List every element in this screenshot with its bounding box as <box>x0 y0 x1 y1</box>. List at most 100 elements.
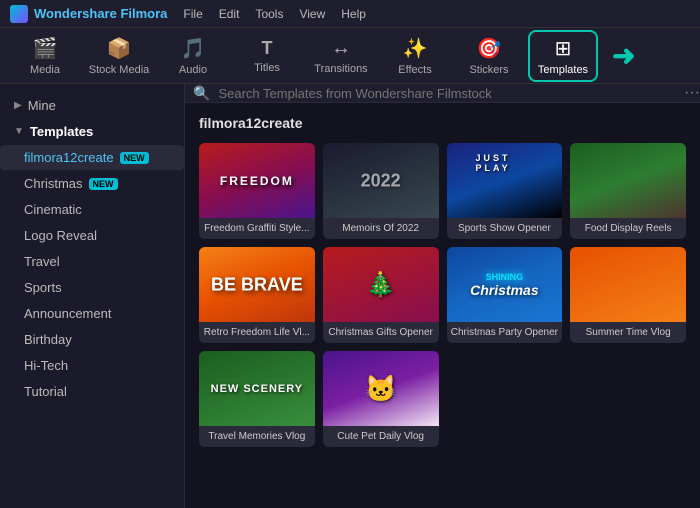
download-icon: ⬇ <box>547 301 559 318</box>
sidebar-templates-label: Templates <box>30 124 93 139</box>
template-card-retro-freedom[interactable]: BE BRAVE ⬇ Retro Freedom Life Vl... <box>199 247 315 343</box>
card-label-sports-show: Sports Show Opener <box>447 218 563 239</box>
tool-titles[interactable]: T Titles <box>232 30 302 82</box>
download-icon: ⬇ <box>670 197 682 214</box>
sidebar-cinematic-label: Cinematic <box>24 202 82 217</box>
media-icon: 🎬 <box>33 36 58 61</box>
sidebar-filmora12create-label: filmora12create <box>24 150 114 165</box>
tool-transitions[interactable]: ↔ Transitions <box>306 30 376 82</box>
tool-stock[interactable]: 📦 Stock Media <box>84 30 154 82</box>
content-area: filmora12create FREEDOM ⬇ Freedom Graffi… <box>185 103 700 508</box>
sidebar-announcement-label: Announcement <box>24 306 111 321</box>
download-icon: ⬇ <box>299 197 311 214</box>
download-icon: ⬇ <box>423 405 435 422</box>
template-card-food-display[interactable]: ⬇ Food Display Reels <box>570 143 686 239</box>
sidebar-item-mine[interactable]: ▶ Mine <box>0 93 184 118</box>
toolbar: 🎬 Media 📦 Stock Media 🎵 Audio T Titles ↔… <box>0 28 700 84</box>
tool-audio-label: Audio <box>179 64 207 76</box>
tool-effects[interactable]: ✨ Effects <box>380 30 450 82</box>
sidebar-item-christmas[interactable]: Christmas NEW <box>0 171 184 196</box>
templates-icon: ⊞ <box>555 36 572 61</box>
badge-new-filmora12: NEW <box>120 152 149 164</box>
sidebar-item-tutorial[interactable]: Tutorial <box>0 379 184 404</box>
sidebar-tutorial-label: Tutorial <box>24 384 67 399</box>
sidebar-item-birthday[interactable]: Birthday <box>0 327 184 352</box>
chevron-down-icon: ▼ <box>14 126 24 137</box>
download-icon: ⬇ <box>299 405 311 422</box>
transitions-icon: ↔ <box>331 37 351 60</box>
menu-edit[interactable]: Edit <box>219 7 240 21</box>
template-card-summer-vlog[interactable]: ⬇ Summer Time Vlog <box>570 247 686 343</box>
tool-stickers[interactable]: 🎯 Stickers <box>454 30 524 82</box>
sidebar-item-sports[interactable]: Sports <box>0 275 184 300</box>
sidebar-templates-header[interactable]: ▼ Templates <box>0 119 184 144</box>
tool-audio[interactable]: 🎵 Audio <box>158 30 228 82</box>
template-card-travel-memories[interactable]: NEW SCENERY ⬇ Travel Memories Vlog <box>199 351 315 447</box>
download-icon: ⬇ <box>423 301 435 318</box>
card-label-travel-memories: Travel Memories Vlog <box>199 426 315 447</box>
template-grid: FREEDOM ⬇ Freedom Graffiti Style... 2022 <box>199 143 686 447</box>
titles-icon: T <box>262 38 273 59</box>
logo-icon <box>10 5 28 23</box>
template-card-sports-show[interactable]: JUST PLAY ⬇ Sports Show Opener <box>447 143 563 239</box>
sidebar-item-cinematic[interactable]: Cinematic <box>0 197 184 222</box>
card-label-memoirs: Memoirs Of 2022 <box>323 218 439 239</box>
sidebar-item-filmora12create[interactable]: filmora12create NEW <box>0 145 184 170</box>
sidebar-birthday-label: Birthday <box>24 332 72 347</box>
tool-stock-label: Stock Media <box>89 64 150 76</box>
sidebar-logo-reveal-label: Logo Reveal <box>24 228 97 243</box>
arrow-indicator: ➜ <box>612 39 635 72</box>
card-label-freedom-graffiti: Freedom Graffiti Style... <box>199 218 315 239</box>
template-card-christmas-party[interactable]: SHINING Christmas ⬇ Christmas Party Open… <box>447 247 563 343</box>
stock-icon: 📦 <box>107 36 132 61</box>
menu-bar: Wondershare Filmora File Edit Tools View… <box>0 0 700 28</box>
search-area: 🔍 ··· <box>185 84 700 103</box>
tool-media-label: Media <box>30 64 60 76</box>
sidebar: ▶ Mine ▼ Templates filmora12create NEW C… <box>0 84 185 508</box>
sidebar-sports-label: Sports <box>24 280 62 295</box>
card-label-summer-vlog: Summer Time Vlog <box>570 322 686 343</box>
search-input[interactable] <box>218 86 684 101</box>
menu-view[interactable]: View <box>299 7 325 21</box>
tool-effects-label: Effects <box>398 64 431 76</box>
template-card-memoirs-2022[interactable]: 2022 ⬇ Memoirs Of 2022 <box>323 143 439 239</box>
menu-tools[interactable]: Tools <box>255 7 283 21</box>
main-area: ▶ Mine ▼ Templates filmora12create NEW C… <box>0 84 700 508</box>
sidebar-travel-label: Travel <box>24 254 60 269</box>
template-card-cute-pet[interactable]: 🐱 ⬇ Cute Pet Daily Vlog <box>323 351 439 447</box>
sidebar-christmas-label: Christmas <box>24 176 83 191</box>
tool-templates[interactable]: ⊞ Templates <box>528 30 598 82</box>
badge-new-christmas: NEW <box>89 178 118 190</box>
template-card-freedom-graffiti[interactable]: FREEDOM ⬇ Freedom Graffiti Style... <box>199 143 315 239</box>
card-label-christmas-gifts: Christmas Gifts Opener <box>323 322 439 343</box>
tool-transitions-label: Transitions <box>314 63 367 75</box>
audio-icon: 🎵 <box>181 36 206 61</box>
sidebar-hi-tech-label: Hi-Tech <box>24 358 68 373</box>
menu-file[interactable]: File <box>183 7 202 21</box>
download-icon: ⬇ <box>299 301 311 318</box>
app-logo: Wondershare Filmora <box>10 5 167 23</box>
sidebar-mine-label: Mine <box>28 98 56 113</box>
sidebar-item-announcement[interactable]: Announcement <box>0 301 184 326</box>
download-icon: ⬇ <box>670 301 682 318</box>
stickers-icon: 🎯 <box>477 36 502 61</box>
card-label-retro-freedom: Retro Freedom Life Vl... <box>199 322 315 343</box>
section-title: filmora12create <box>199 115 686 131</box>
card-label-cute-pet: Cute Pet Daily Vlog <box>323 426 439 447</box>
app-title: Wondershare Filmora <box>34 6 167 21</box>
template-card-christmas-gifts[interactable]: 🎄 ⬇ Christmas Gifts Opener <box>323 247 439 343</box>
download-icon: ⬇ <box>423 197 435 214</box>
card-label-christmas-party: Christmas Party Opener <box>447 322 563 343</box>
card-label-food-display: Food Display Reels <box>570 218 686 239</box>
menu-help[interactable]: Help <box>341 7 366 21</box>
sidebar-item-travel[interactable]: Travel <box>0 249 184 274</box>
tool-templates-label: Templates <box>538 64 588 76</box>
sidebar-item-hi-tech[interactable]: Hi-Tech <box>0 353 184 378</box>
sidebar-item-logo-reveal[interactable]: Logo Reveal <box>0 223 184 248</box>
tool-stickers-label: Stickers <box>469 64 508 76</box>
search-icon: 🔍 <box>185 85 218 102</box>
more-options-button[interactable]: ··· <box>684 84 700 102</box>
tool-titles-label: Titles <box>254 62 280 74</box>
effects-icon: ✨ <box>403 36 428 61</box>
tool-media[interactable]: 🎬 Media <box>10 30 80 82</box>
